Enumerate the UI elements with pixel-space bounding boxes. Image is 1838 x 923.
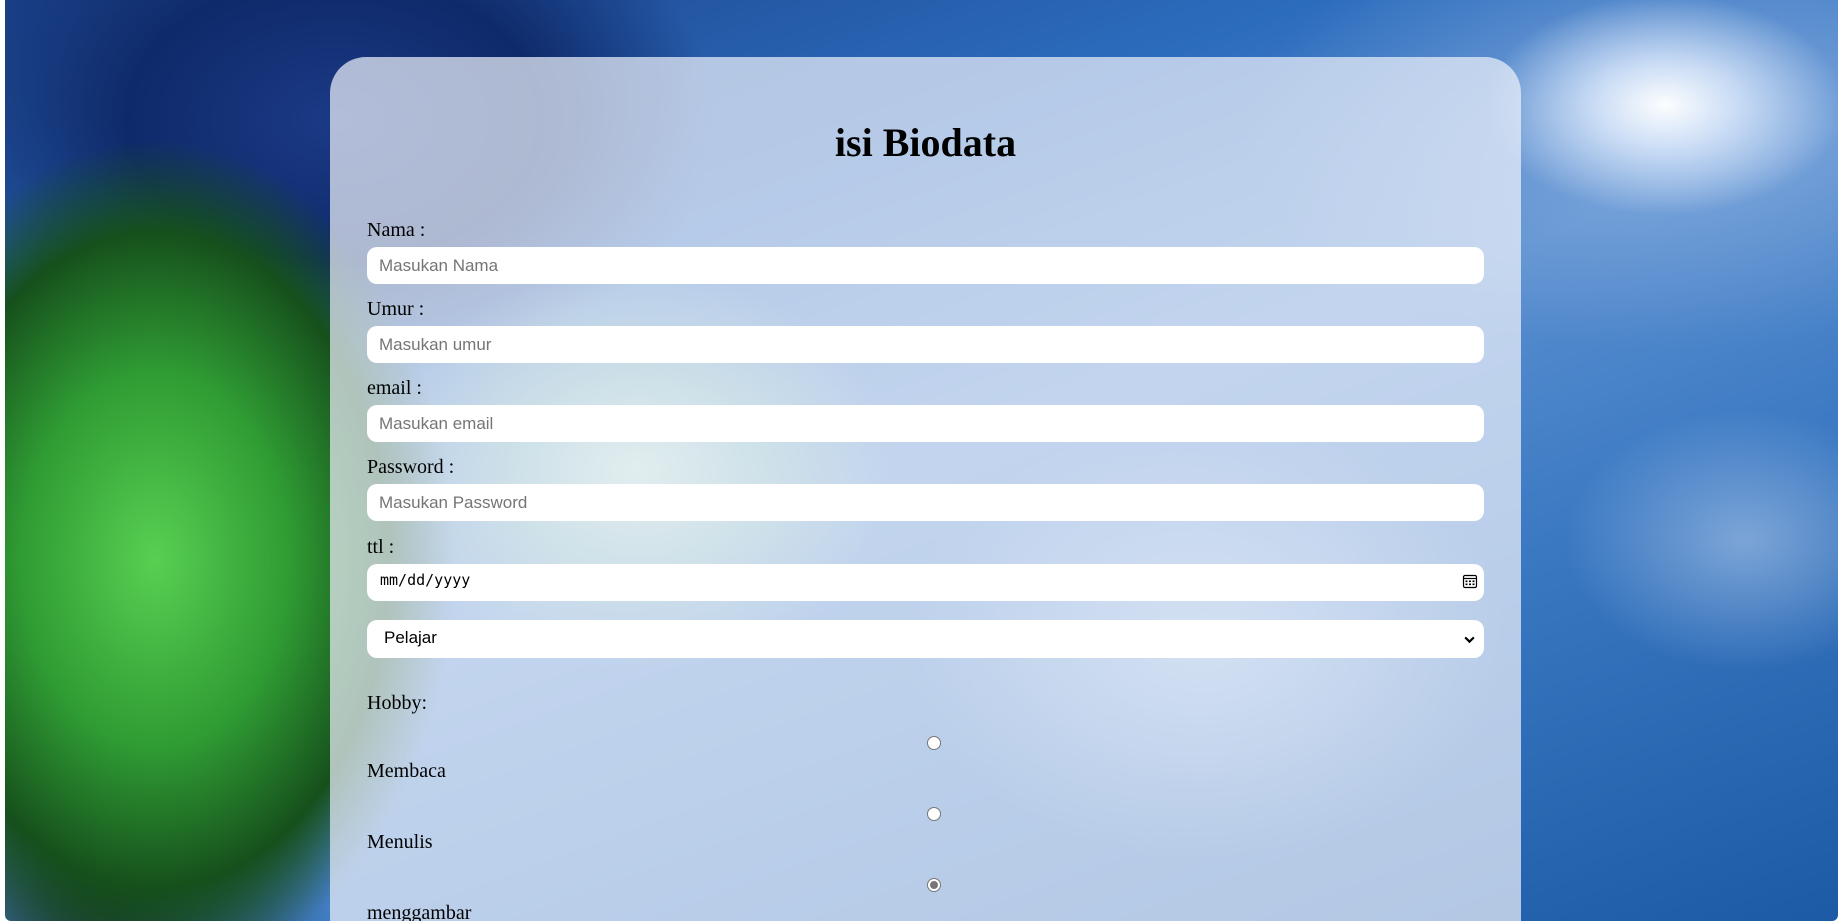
hobby-radio-menggambar[interactable] bbox=[927, 878, 941, 892]
nama-label: Nama : bbox=[367, 219, 426, 241]
form-title: isi Biodata bbox=[834, 120, 1017, 165]
status-select-value: Pelajar bbox=[384, 628, 437, 647]
date-placeholder: mm/dd/yyyy bbox=[380, 571, 471, 589]
umur-label: Umur : bbox=[367, 298, 425, 320]
chevron-down-icon bbox=[1464, 636, 1475, 644]
ttl-label: ttl : bbox=[367, 536, 395, 558]
hobby-label: Hobby: bbox=[367, 692, 427, 714]
background-scene: isi Biodata Nama : Umur : email : Passwo… bbox=[5, 0, 1838, 921]
umur-input[interactable] bbox=[367, 326, 1484, 363]
hobby-radio-membaca[interactable] bbox=[927, 736, 941, 750]
email-label: email : bbox=[367, 377, 422, 399]
biodata-form-card: isi Biodata Nama : Umur : email : Passwo… bbox=[330, 57, 1521, 921]
password-input[interactable] bbox=[367, 484, 1484, 521]
email-input[interactable] bbox=[367, 405, 1484, 442]
hobby-option-membaca: Membaca bbox=[367, 760, 446, 782]
status-select[interactable]: Pelajar bbox=[367, 620, 1484, 658]
hobby-option-menulis: Menulis bbox=[367, 831, 433, 853]
hobby-radio-menulis[interactable] bbox=[927, 807, 941, 821]
ttl-date-input[interactable]: mm/dd/yyyy bbox=[367, 564, 1484, 601]
nama-input[interactable] bbox=[367, 247, 1484, 284]
calendar-icon[interactable] bbox=[1462, 573, 1478, 589]
password-label: Password : bbox=[367, 456, 455, 478]
hobby-option-menggambar: menggambar bbox=[367, 902, 472, 921]
